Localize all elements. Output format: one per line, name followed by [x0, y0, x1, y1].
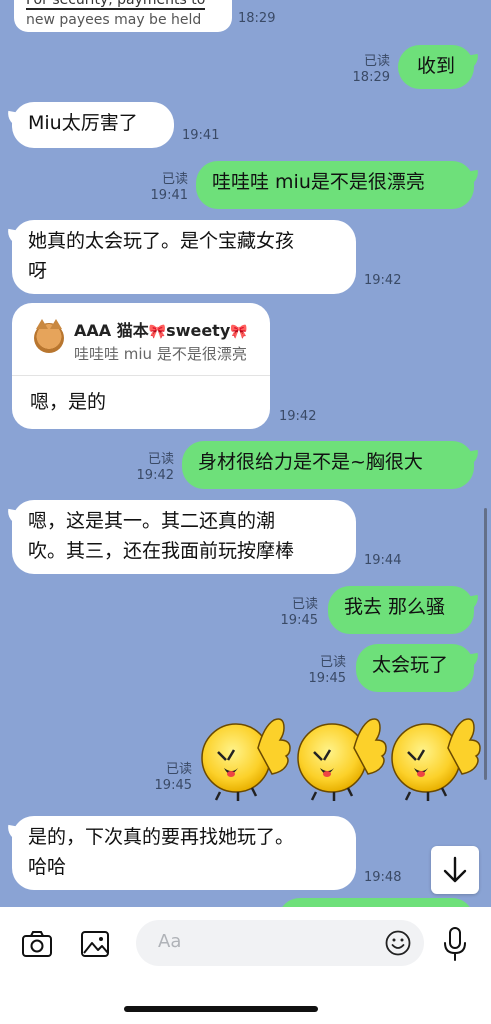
- incoming-message[interactable]: 是的，下次真的要再找她玩了。 哈哈: [12, 816, 356, 890]
- message-line: 吹。其三，还在我面前玩按摩棒: [28, 540, 295, 562]
- arrow-down-icon: [443, 856, 467, 883]
- message-line: 她真的太会玩了。是个宝藏女孩: [28, 230, 295, 252]
- message-time: 19:44: [364, 553, 402, 568]
- camera-icon: [22, 931, 52, 957]
- read-receipt: 已读: [165, 762, 192, 777]
- message-input[interactable]: Aa: [136, 920, 424, 966]
- message-time: 19:42: [279, 409, 317, 424]
- system-message-card[interactable]: For security, payments to new payees may…: [14, 0, 232, 32]
- read-receipt: 已读: [363, 54, 390, 69]
- chat-area[interactable]: For security, payments to new payees may…: [0, 0, 491, 907]
- sticker-graphic: [201, 718, 481, 801]
- incoming-message[interactable]: Miu太厉害了: [12, 102, 174, 148]
- voice-message-button[interactable]: [440, 925, 470, 963]
- read-receipt: 已读: [147, 452, 174, 467]
- message-time: 19:41: [182, 128, 220, 143]
- quoted-text: 哇哇哇 miu 是不是很漂亮: [74, 345, 247, 363]
- incoming-message[interactable]: 她真的太会玩了。是个宝藏女孩 呀: [12, 220, 356, 294]
- quoted-sender: AAA 猫本🎀sweety🎀: [74, 321, 248, 340]
- reply-message[interactable]: AAA 猫本🎀sweety🎀 哇哇哇 miu 是不是很漂亮 嗯，是的: [12, 303, 270, 429]
- outgoing-message[interactable]: 身材很给力是不是~胸很大: [182, 441, 474, 489]
- message-time: 19:42: [136, 468, 174, 483]
- message-input-placeholder: Aa: [158, 931, 182, 952]
- reply-body: 嗯，是的: [30, 391, 107, 413]
- message-time: 18:29: [352, 70, 390, 85]
- home-indicator: [124, 1006, 318, 1012]
- message-line: 呀: [28, 260, 48, 282]
- read-receipt: 已读: [161, 172, 188, 187]
- ribbon-icon: 🎀: [230, 324, 248, 340]
- camera-button[interactable]: [20, 927, 54, 961]
- avatar: [34, 319, 64, 353]
- message-time: 19:41: [150, 188, 188, 203]
- outgoing-message[interactable]: 收到: [398, 45, 474, 89]
- message-time: 19:42: [364, 273, 402, 288]
- incoming-message[interactable]: 嗯，这是其一。其二还真的潮 吹。其三，还在我面前玩按摩棒: [12, 500, 356, 574]
- system-message-line1: For security, payments to: [26, 0, 220, 10]
- message-time: 18:29: [238, 11, 276, 26]
- outgoing-message-partial[interactable]: [278, 898, 474, 907]
- message-line: 是的，下次真的要再找她玩了。: [28, 826, 295, 848]
- scroll-to-bottom-button[interactable]: [431, 846, 479, 894]
- gallery-button[interactable]: [78, 927, 112, 961]
- read-receipt: 已读: [291, 597, 318, 612]
- message-time: 19:48: [364, 870, 402, 885]
- message-line: 嗯，这是其一。其二还真的潮: [28, 510, 276, 532]
- scrollbar[interactable]: [484, 508, 487, 780]
- message-line: 哈哈: [28, 856, 67, 878]
- ribbon-icon: 🎀: [148, 324, 167, 340]
- message-time: 19:45: [154, 778, 192, 793]
- outgoing-message[interactable]: 哇哇哇 miu是不是很漂亮: [196, 161, 474, 209]
- message-time: 19:45: [308, 671, 346, 686]
- message-time: 19:45: [280, 613, 318, 628]
- input-toolbar: Aa: [0, 907, 491, 1024]
- system-message-line2: new payees may be held for: [26, 12, 202, 28]
- read-receipt: 已读: [319, 655, 346, 670]
- outgoing-message[interactable]: 我去 那么骚: [328, 586, 474, 634]
- emoji-icon[interactable]: [384, 929, 412, 957]
- outgoing-message[interactable]: 太会玩了: [356, 644, 474, 692]
- thumbs-up-chick-sticker[interactable]: [196, 712, 486, 804]
- microphone-icon: [444, 927, 466, 961]
- image-icon: [81, 931, 109, 957]
- quoted-message[interactable]: AAA 猫本🎀sweety🎀 哇哇哇 miu 是不是很漂亮: [12, 303, 270, 376]
